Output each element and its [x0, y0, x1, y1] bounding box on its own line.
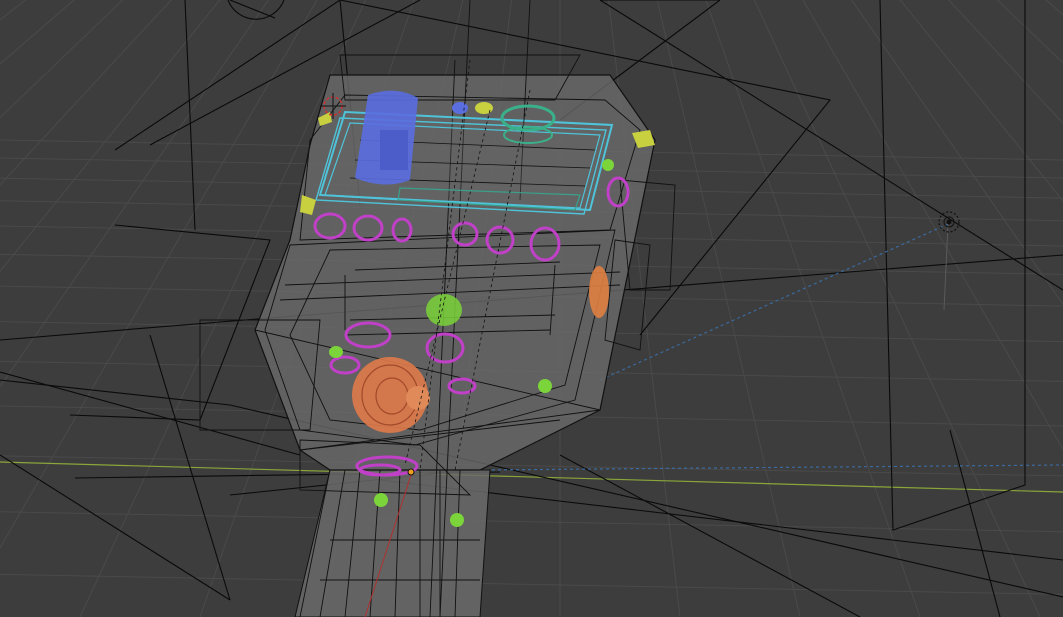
grid-line: [0, 455, 1063, 477]
3d-viewport[interactable]: [0, 0, 1063, 617]
grid-line: [802, 0, 1063, 451]
grid-line: [560, 0, 1063, 617]
grid-line: [560, 0, 1063, 617]
grid-line: [560, 0, 1063, 617]
grid-line: [560, 0, 1063, 617]
grid-line: [560, 0, 1063, 617]
light-icon[interactable]: [938, 211, 960, 233]
light-stem: [943, 223, 949, 311]
grid-line: [560, 0, 1063, 617]
grid-line: [560, 0, 1063, 617]
grid-line: [560, 0, 1063, 617]
grid-line: [560, 0, 1063, 617]
grid-line: [560, 0, 1063, 617]
grid-line: [560, 0, 1063, 617]
grid-line: [851, 0, 1063, 306]
grid-line: [753, 0, 1041, 617]
grid-line: [560, 0, 1063, 617]
grid-line: [560, 0, 1063, 617]
wireframe-scene[interactable]: [0, 0, 1063, 617]
grid-line: [560, 0, 1063, 617]
grid-line: [560, 0, 1063, 617]
grid-line: [560, 0, 1063, 617]
grid-line: [560, 0, 1063, 617]
grid-line: [1045, 0, 1063, 16]
grid-line: [0, 511, 1063, 533]
grid-line: [560, 0, 1063, 617]
grid-line: [560, 0, 1063, 617]
grid-line: [0, 573, 1063, 595]
grid-line: [899, 0, 1063, 202]
grid-line: [948, 0, 1063, 125]
grid-line: [996, 0, 1063, 64]
origin-point: [407, 468, 415, 476]
grid-line: [560, 0, 1063, 617]
side-orange-part[interactable]: [589, 266, 609, 318]
